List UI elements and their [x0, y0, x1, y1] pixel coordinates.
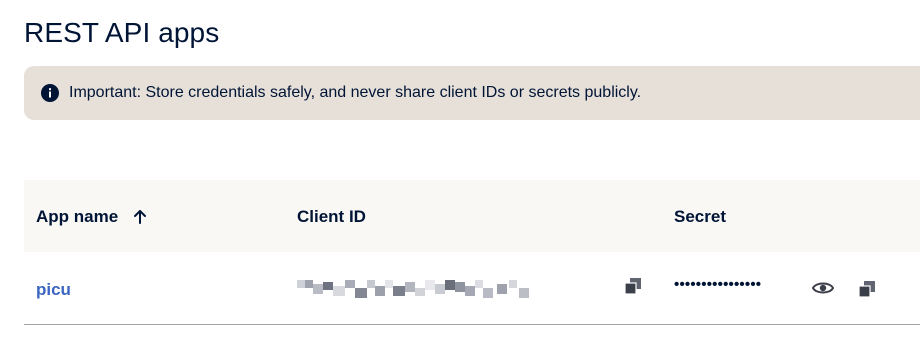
info-icon — [41, 84, 59, 102]
alert-message: Important: Store credentials safely, and… — [69, 84, 642, 101]
column-header-client-id: Client ID — [297, 207, 366, 227]
copy-secret-icon[interactable] — [858, 280, 876, 298]
app-name-link[interactable]: picu — [36, 280, 71, 300]
important-alert: Important: Store credentials safely, and… — [24, 66, 920, 120]
column-header-label: Secret — [674, 207, 726, 226]
secret-masked-value: •••••••••••••••• — [674, 276, 762, 293]
page-title: REST API apps — [24, 17, 220, 48]
column-header-secret: Secret — [674, 207, 726, 227]
eye-icon[interactable] — [812, 279, 834, 297]
sort-ascending-icon[interactable] — [132, 209, 148, 225]
copy-client-id-icon[interactable] — [624, 277, 642, 295]
column-header-label: Client ID — [297, 207, 366, 226]
client-id-redacted — [297, 280, 529, 298]
rest-api-apps-page: REST API apps Important: Store credentia… — [0, 0, 920, 350]
column-header-label: App name — [36, 207, 119, 226]
table-row: picu •••••••••••••••• — [24, 252, 920, 325]
column-header-app-name[interactable]: App name — [36, 207, 148, 227]
table-header: App name Client ID Secret — [24, 180, 920, 252]
